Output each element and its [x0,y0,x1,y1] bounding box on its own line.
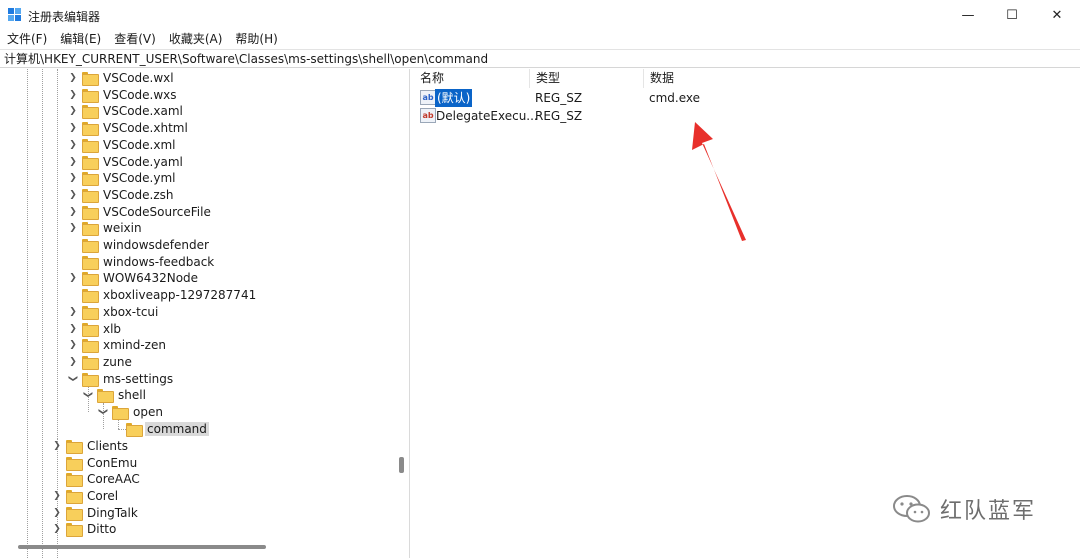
wechat-logo-icon [893,495,930,523]
red-arrow-icon [692,122,746,241]
watermark: 红队蓝军 [892,493,1036,525]
annotation-arrow [692,122,746,241]
watermark-text: 红队蓝军 [940,499,1037,524]
